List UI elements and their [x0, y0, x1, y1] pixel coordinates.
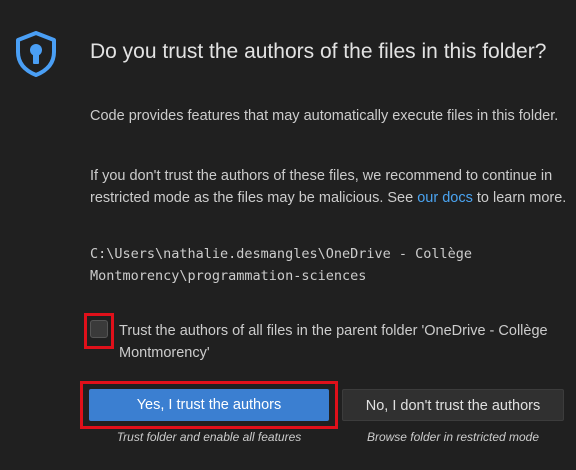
dont-trust-button[interactable]: No, I don't trust the authors: [342, 389, 564, 421]
folder-path: C:\Users\nathalie.desmangles\OneDrive - …: [90, 246, 473, 284]
trust-parent-checkbox[interactable]: [90, 320, 108, 338]
docs-link[interactable]: our docs: [417, 190, 473, 206]
trust-caption: Trust folder and enable all features: [116, 430, 302, 444]
warning-text-end: to learn more.: [472, 190, 567, 206]
workspace-trust-dialog: Do you trust the authors of the files in…: [0, 0, 576, 470]
description-paragraph: Code provides features that may automati…: [90, 108, 559, 124]
restricted-caption: Browse folder in restricted mode: [366, 430, 540, 444]
trust-parent-label[interactable]: Trust the authors of all files in the pa…: [119, 320, 574, 364]
shield-lock-icon: [16, 31, 56, 77]
dialog-title: Do you trust the authors of the files in…: [90, 40, 547, 63]
trust-authors-button[interactable]: Yes, I trust the authors: [89, 389, 329, 421]
warning-paragraph: If you don't trust the authors of these …: [90, 165, 568, 209]
